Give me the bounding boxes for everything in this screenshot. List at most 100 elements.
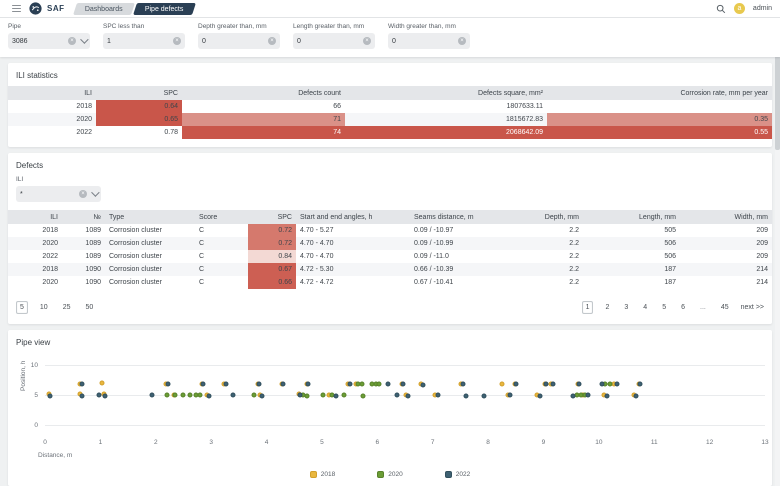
data-point-2022 [281, 381, 286, 386]
data-point-2020 [361, 393, 366, 398]
x-tick-label: 12 [706, 439, 713, 446]
page-6[interactable]: 6 [678, 302, 688, 313]
cell-width: 209 [680, 224, 772, 237]
filter-input[interactable]: 0× [388, 33, 470, 49]
cell-seams: 0.67 / -10.41 [410, 276, 500, 289]
data-point-2022 [206, 393, 211, 398]
filter-pipe: Pipe3086× [8, 23, 90, 57]
cell-score: C [195, 250, 248, 263]
page-5[interactable]: 5 [659, 302, 669, 313]
ili-statistics-table: ILISPCDefects countDefects square, mm²Co… [8, 86, 772, 139]
page-3[interactable]: 3 [621, 302, 631, 313]
filter-value: 0 [297, 38, 363, 45]
cell-count: 74 [182, 126, 345, 139]
page-size-25[interactable]: 25 [60, 302, 74, 313]
chevron-down-icon[interactable] [91, 188, 99, 196]
data-point-2020 [304, 393, 309, 398]
cell-type: Corrosion cluster [105, 263, 195, 276]
cell-score: C [195, 276, 248, 289]
column-header: Start and end angles, h [296, 210, 410, 224]
page-size-50[interactable]: 50 [83, 302, 97, 313]
clear-icon[interactable]: × [268, 37, 276, 45]
x-tick-label: 11 [651, 439, 658, 446]
page-2[interactable]: 2 [602, 302, 612, 313]
cell-angles: 4.72 - 4.72 [296, 276, 410, 289]
cell-ili: 2018 [8, 224, 62, 237]
cell-angles: 4.70 - 4.70 [296, 250, 410, 263]
cell-ili: 2022 [8, 250, 62, 263]
clear-icon[interactable]: × [68, 37, 76, 45]
legend-item-2020[interactable]: 2020 [377, 471, 402, 478]
clear-icon[interactable]: × [173, 37, 181, 45]
cell-seams: 0.09 / -10.97 [410, 224, 500, 237]
search-icon[interactable] [716, 4, 726, 14]
cell-ili: 2018 [8, 100, 96, 113]
data-point-2020 [181, 393, 186, 398]
cell-no: 1090 [62, 263, 105, 276]
filter-input[interactable]: 3086× [8, 33, 90, 49]
ili-filter-value: * [20, 191, 79, 198]
x-tick-label: 8 [486, 439, 490, 446]
filter-value: 3086 [12, 38, 68, 45]
column-header: ILI [8, 210, 62, 224]
cell-angles: 4.70 - 5.27 [296, 224, 410, 237]
cell-length: 187 [583, 276, 680, 289]
data-point-2022 [463, 393, 468, 398]
cell-depth: 2.2 [500, 276, 583, 289]
menu-icon[interactable] [12, 5, 21, 13]
cell-square: 1815672.83 [345, 113, 547, 126]
data-point-2022 [585, 393, 590, 398]
page-size-10[interactable]: 10 [37, 302, 51, 313]
data-point-2022 [165, 382, 170, 387]
clear-icon[interactable]: × [458, 37, 466, 45]
column-header: Score [195, 210, 248, 224]
y-tick-label: 0 [12, 422, 38, 429]
ili-filter-select[interactable]: * × [16, 186, 101, 202]
filter-input[interactable]: 0× [198, 33, 280, 49]
chevron-down-icon[interactable] [80, 35, 88, 43]
page-4[interactable]: 4 [640, 302, 650, 313]
main-content: ILI statistics ILISPCDefects countDefect… [0, 57, 780, 486]
cell-rate: 0.35 [547, 113, 772, 126]
column-header: Defects count [182, 86, 345, 100]
x-tick-label: 6 [375, 439, 379, 446]
tab-dashboards[interactable]: Dashboards [73, 3, 135, 15]
clear-icon[interactable]: × [79, 190, 87, 198]
page-1[interactable]: 1 [582, 301, 594, 314]
cell-length: 505 [583, 224, 680, 237]
column-header: Seams distance, m [410, 210, 500, 224]
cell-rate [547, 100, 772, 113]
cell-spc: 0.67 [248, 263, 296, 276]
avatar[interactable]: a [734, 3, 745, 14]
data-point-2022 [604, 393, 609, 398]
data-point-2022 [633, 393, 638, 398]
cell-type: Corrosion cluster [105, 276, 195, 289]
clear-icon[interactable]: × [363, 37, 371, 45]
legend-item-2022[interactable]: 2022 [445, 471, 470, 478]
data-point-2020 [197, 393, 202, 398]
tab-pipe-defects[interactable]: Pipe defects [133, 3, 195, 15]
data-point-2022 [79, 381, 84, 386]
x-tick-label: 5 [320, 439, 324, 446]
filter-input[interactable]: 1× [103, 33, 185, 49]
legend-item-2018[interactable]: 2018 [310, 471, 335, 478]
filter-spc-less-than: SPC less than1× [103, 23, 185, 57]
table-row: 20181089Corrosion clusterC0.724.70 - 5.2… [8, 224, 772, 237]
page-45[interactable]: 45 [718, 302, 732, 313]
username-label: admin [753, 5, 772, 12]
data-point-2022 [223, 381, 228, 386]
cell-width: 209 [680, 250, 772, 263]
pagination: 123456...45next >> [582, 301, 764, 314]
column-header: SPC [96, 86, 182, 100]
x-tick-label: 4 [265, 439, 269, 446]
filter-input[interactable]: 0× [293, 33, 375, 49]
data-point-2022 [461, 381, 466, 386]
cell-count: 66 [182, 100, 345, 113]
table-row: 20201090Corrosion clusterC0.664.72 - 4.7… [8, 276, 772, 289]
next-page-button[interactable]: next >> [741, 304, 764, 311]
vertical-scrollbar[interactable] [775, 18, 780, 486]
page-size-5[interactable]: 5 [16, 301, 28, 314]
column-header: Corrosion rate, mm per year [547, 86, 772, 100]
cell-no: 1089 [62, 224, 105, 237]
data-point-2018 [499, 381, 504, 386]
